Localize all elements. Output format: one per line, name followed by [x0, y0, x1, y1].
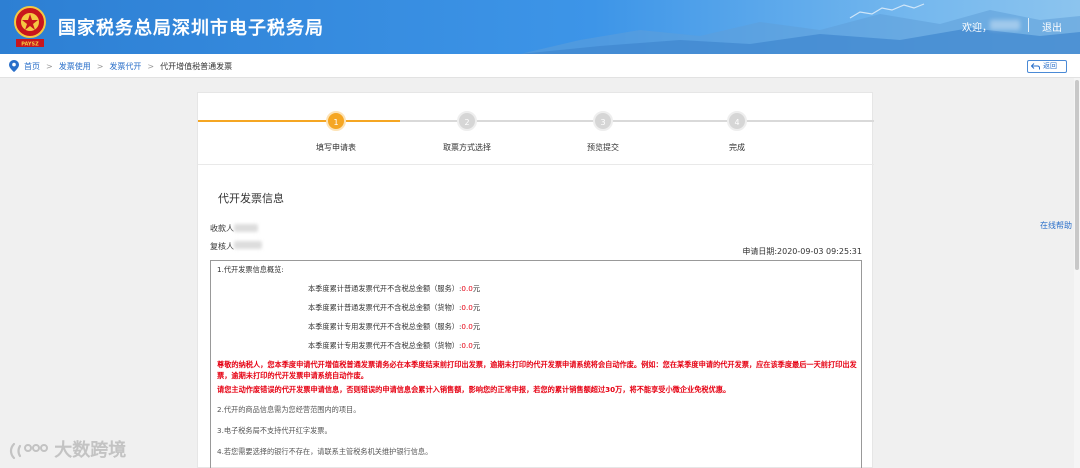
stat-label: 本季度累计专用发票代开不含税总金额（服务）: [308, 322, 462, 331]
step-3-circle: 3 [593, 111, 613, 131]
breadcrumb-separator: > [46, 62, 53, 71]
step-4-label: 完成 [729, 143, 745, 152]
reviewer-value-redacted [234, 241, 262, 249]
header-divider [1028, 18, 1029, 32]
step-4-circle: 4 [727, 111, 747, 131]
stat-label: 本季度累计普通发票代开不含税总金额（服务）: [308, 284, 462, 293]
section-title: 代开发票信息 [218, 192, 284, 205]
step-connector [198, 120, 333, 122]
warning-void-notice: 尊敬的纳税人，您本季度申请代开增值税普通发票请务必在本季度结束前打印出发票，逾期… [217, 360, 857, 380]
stat-amount: 0.0 [461, 303, 473, 312]
breadcrumb-separator: > [96, 62, 104, 71]
notice-line-4: 4.若您需要选择的银行不存在，请联系主管税务机关维护银行信息。 [217, 447, 433, 456]
stat-unit: 元 [472, 341, 481, 350]
breadcrumb-invoice-use[interactable]: 发票使用 [59, 62, 91, 71]
stat-unit: 元 [472, 284, 481, 293]
breadcrumb-home[interactable]: 首页 [24, 62, 40, 71]
invoice-info-notice: 1.代开发票信息概览: 本季度累计普通发票代开不含税总金额（服务）:0.0元 本… [210, 260, 862, 468]
watermark: 大数跨境 [8, 436, 127, 461]
notice-line-2: 2.代开的商品信息需为您经营范围内的项目。 [217, 405, 361, 414]
stat-row: 本季度累计专用发票代开不含税总金额（货物）:0.0元 [308, 337, 480, 355]
warning-sales-notice: 请您主动作废错误的代开发票申请信息，否则错误的申请信息会累计入销售额，影响您的正… [217, 385, 731, 394]
notice-line-1: 1.代开发票信息概览: [217, 265, 284, 274]
progress-steps: 1 填写申请表 2 取票方式选择 3 预览提交 4 完成 [198, 93, 874, 165]
stat-label: 本季度累计专用发票代开不含税总金额（货物）: [308, 341, 462, 350]
watermark-logo-icon [9, 442, 48, 460]
payee-label: 收款人 [210, 224, 234, 233]
username-redacted [990, 20, 1020, 30]
breadcrumb-bar: 首页 > 发票使用 > 发票代开 > 代开增值税普通发票 返回 [0, 54, 1080, 78]
apply-date: 申请日期:2020-09-03 09:25:31 [742, 247, 862, 256]
step-1-label: 填写申请表 [316, 143, 356, 152]
stat-row: 本季度累计专用发票代开不含税总金额（服务）:0.0元 [308, 318, 480, 336]
online-help-link[interactable]: 在线帮助 [1040, 220, 1072, 231]
step-3-label: 预览提交 [587, 143, 619, 152]
tax-emblem-icon: PAYSZ [14, 6, 46, 48]
step-2-label: 取票方式选择 [443, 143, 491, 152]
breadcrumb: 首页 > 发票使用 > 发票代开 > 代开增值税普通发票 [24, 61, 232, 72]
logout-link[interactable]: 退出 [1042, 19, 1062, 34]
back-button-label: 返回 [1043, 62, 1057, 70]
step-2-circle: 2 [457, 111, 477, 131]
stat-unit: 元 [472, 303, 481, 312]
payee-value-redacted [234, 224, 258, 232]
notice-line-3: 3.电子税务局不支持代开红字发票。 [217, 426, 332, 435]
stat-row: 本季度累计普通发票代开不含税总金额（货物）:0.0元 [308, 299, 480, 317]
breadcrumb-invoice-issue[interactable]: 发票代开 [109, 62, 141, 71]
breadcrumb-separator: > [147, 62, 155, 71]
site-header: PAYSZ 国家税务总局深圳市电子税务局 欢迎， 退出 [0, 0, 1080, 54]
back-button[interactable]: 返回 [1027, 60, 1067, 73]
location-pin-icon [9, 60, 19, 72]
stat-amount: 0.0 [461, 284, 473, 293]
breadcrumb-current: 代开增值税普通发票 [160, 62, 233, 71]
emblem-text: PAYSZ [21, 42, 39, 48]
back-arrow-icon [1031, 63, 1040, 70]
scrollbar-thumb[interactable] [1075, 80, 1079, 270]
stat-amount: 0.0 [461, 341, 473, 350]
welcome-text: 欢迎， [962, 23, 992, 34]
watermark-text: 大数跨境 [54, 440, 127, 461]
application-card: 1 填写申请表 2 取票方式选择 3 预览提交 4 完成 代开发票信息 收款人 … [197, 92, 874, 468]
stat-amount: 0.0 [461, 322, 473, 331]
step-connector [346, 120, 400, 122]
stat-row: 本季度累计普通发票代开不含税总金额（服务）:0.0元 [308, 280, 480, 298]
site-title: 国家税务总局深圳市电子税务局 [58, 18, 324, 39]
step-1-circle: 1 [326, 111, 346, 131]
reviewer-label: 复核人 [210, 242, 234, 251]
stat-unit: 元 [472, 322, 481, 331]
stat-label: 本季度累计普通发票代开不含税总金额（货物）: [308, 303, 462, 312]
